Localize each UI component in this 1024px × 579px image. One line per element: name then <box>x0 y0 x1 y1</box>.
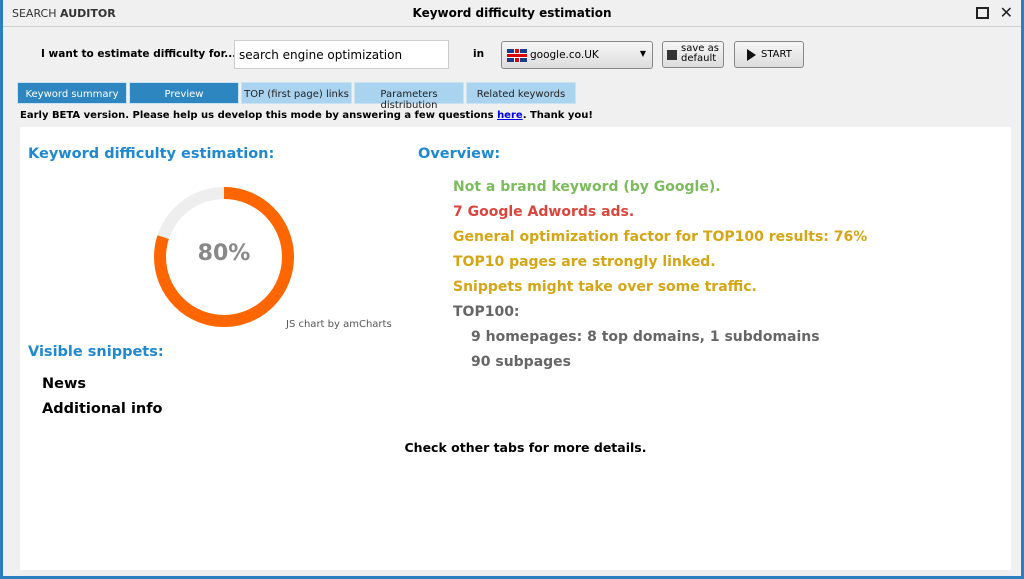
keyword-input[interactable]: search engine optimization <box>234 40 449 69</box>
chevron-down-icon: ▼ <box>639 49 646 58</box>
app-window: SEARCH AUDITOR Keyword difficulty estima… <box>0 0 1024 579</box>
title-bar: SEARCH AUDITOR Keyword difficulty estima… <box>3 0 1021 27</box>
tab-top-links[interactable]: TOP (first page) links <box>241 82 352 104</box>
beta-notice: Early BETA version. Please help us devel… <box>20 110 593 121</box>
keyword-prompt-label: I want to estimate difficulty for... <box>41 48 237 60</box>
chart-credit: JS chart by amCharts <box>286 319 392 330</box>
tab-keyword-summary[interactable]: Keyword summary <box>17 82 127 104</box>
difficulty-value: 80% <box>197 241 251 266</box>
overview-line: Not a brand keyword (by Google). <box>453 179 721 195</box>
snippet-item: News <box>42 376 86 392</box>
tab-parameters-distribution[interactable]: Parameters distribution <box>354 82 464 111</box>
tab-preview[interactable]: Preview <box>129 82 239 104</box>
start-button[interactable]: START <box>734 41 804 68</box>
start-label: START <box>761 49 792 60</box>
tab-related-keywords[interactable]: Related keywords <box>466 82 576 104</box>
save-as-default-button[interactable]: save as default <box>662 41 724 68</box>
close-icon[interactable]: ✕ <box>1000 3 1013 22</box>
search-engine-value: google.co.UK <box>530 49 599 61</box>
snippets-heading: Visible snippets: <box>28 344 164 360</box>
difficulty-heading: Keyword difficulty estimation: <box>28 146 275 162</box>
maximize-icon[interactable] <box>976 7 989 19</box>
save-label: default <box>681 53 717 64</box>
overview-line: 9 homepages: 8 top domains, 1 subdomains <box>471 329 820 345</box>
footer-note: Check other tabs for more details. <box>404 440 647 455</box>
window-title: Keyword difficulty estimation <box>412 6 612 20</box>
overview-line: Snippets might take over some traffic. <box>453 279 757 295</box>
play-icon <box>747 49 756 61</box>
in-label: in <box>473 48 485 60</box>
overview-line: 7 Google Adwords ads. <box>453 204 635 220</box>
feedback-link[interactable]: here <box>497 110 523 121</box>
uk-flag-icon <box>507 49 527 62</box>
overview-line: General optimization factor for TOP100 r… <box>453 229 868 245</box>
floppy-disk-icon <box>667 50 677 60</box>
search-engine-select[interactable]: google.co.UK ▼ <box>501 41 653 69</box>
overview-heading: Overview: <box>418 146 501 162</box>
summary-panel: Keyword difficulty estimation: 80% JS ch… <box>20 127 1011 570</box>
overview-line: 90 subpages <box>471 354 571 370</box>
snippet-item: Additional info <box>42 401 163 417</box>
overview-line: TOP100: <box>453 304 520 320</box>
overview-line: TOP10 pages are strongly linked. <box>453 254 716 270</box>
